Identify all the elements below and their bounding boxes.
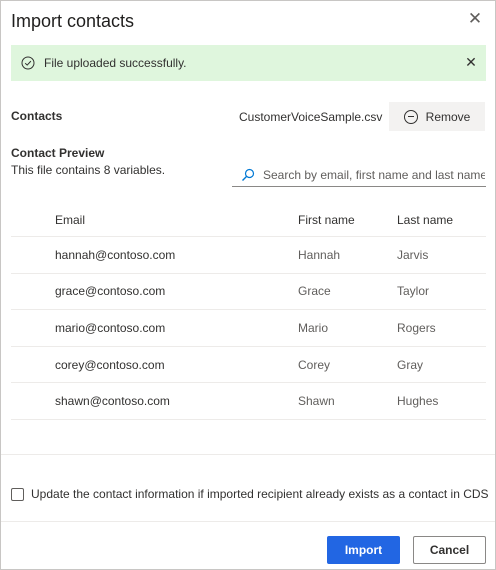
footer-divider <box>1 521 495 522</box>
cell-last-name: Taylor <box>397 284 430 299</box>
success-check-icon <box>21 56 35 70</box>
cell-first-name: Mario <box>298 320 329 335</box>
search-input[interactable] <box>263 167 485 182</box>
table-row[interactable]: hannah@contoso.com Hannah Jarvis <box>11 237 486 274</box>
table-row[interactable]: mario@contoso.com Mario Rogers <box>11 310 486 347</box>
cell-last-name: Rogers <box>397 320 436 335</box>
update-contacts-option: Update the contact information if import… <box>11 487 489 501</box>
update-contacts-label[interactable]: Update the contact information if import… <box>31 487 489 501</box>
header-first-name[interactable]: First name <box>298 213 397 227</box>
update-contacts-checkbox[interactable] <box>11 487 24 501</box>
cell-email: corey@contoso.com <box>55 357 165 372</box>
table-row[interactable]: corey@contoso.com Corey Gray <box>11 347 486 384</box>
header-email[interactable]: Email <box>11 213 298 227</box>
contact-search-box <box>232 163 486 187</box>
cell-email: hannah@contoso.com <box>55 247 176 262</box>
table-row[interactable]: shawn@contoso.com Shawn Hughes <box>11 383 486 420</box>
contacts-label: Contacts <box>11 109 63 123</box>
cell-last-name: Jarvis <box>397 247 429 262</box>
variables-count-text: This file contains 8 variables. <box>11 163 166 177</box>
contact-preview-label: Contact Preview <box>11 146 105 160</box>
cell-first-name: Corey <box>298 357 331 372</box>
search-icon <box>242 168 255 181</box>
cell-email: shawn@contoso.com <box>55 394 170 409</box>
cell-email: mario@contoso.com <box>55 320 166 335</box>
cancel-button[interactable]: Cancel <box>413 536 486 564</box>
success-banner: File uploaded successfully. ✕ <box>11 45 486 81</box>
section-divider <box>1 454 495 455</box>
remove-file-button[interactable]: Remove <box>389 102 485 131</box>
header-last-name[interactable]: Last name <box>397 213 486 227</box>
contacts-table: Email First name Last name hannah@contos… <box>11 203 486 420</box>
table-header: Email First name Last name <box>11 203 486 237</box>
cell-last-name: Gray <box>397 357 424 372</box>
table-row[interactable]: grace@contoso.com Grace Taylor <box>11 274 486 311</box>
dialog-title: Import contacts <box>11 11 135 31</box>
cell-last-name: Hughes <box>397 394 439 409</box>
close-icon[interactable]: ✕ <box>466 10 484 28</box>
uploaded-file-name: CustomerVoiceSample.csv <box>239 110 383 124</box>
cell-email: grace@contoso.com <box>55 284 166 299</box>
remove-circle-icon <box>403 109 418 124</box>
cell-first-name: Grace <box>298 284 331 299</box>
banner-dismiss-icon[interactable]: ✕ <box>464 55 478 69</box>
cell-first-name: Shawn <box>298 394 335 409</box>
cell-first-name: Hannah <box>298 247 341 262</box>
banner-message: File uploaded successfully. <box>44 56 187 70</box>
import-contacts-dialog: Import contacts ✕ File uploaded successf… <box>0 0 496 570</box>
remove-button-label: Remove <box>425 109 471 124</box>
import-button[interactable]: Import <box>327 536 400 564</box>
